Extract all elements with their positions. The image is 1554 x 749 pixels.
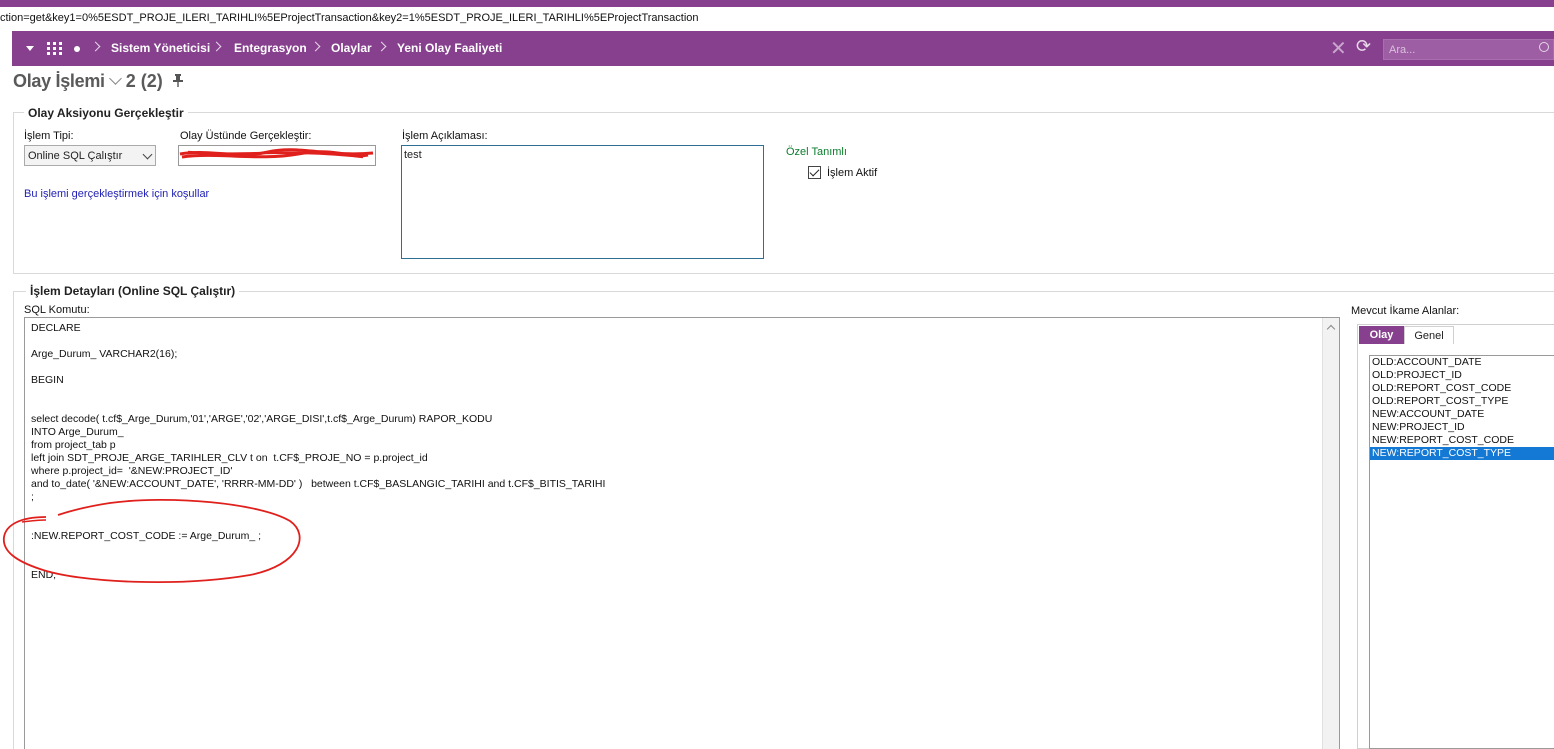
list-item-selected[interactable]: NEW:REPORT_COST_TYPE <box>1370 447 1554 460</box>
dot-icon[interactable] <box>74 46 80 52</box>
breadcrumb-entegrasyon[interactable]: Entegrasyon <box>234 41 307 55</box>
action-group-legend: Olay Aksiyonu Gerçekleştir <box>24 106 188 120</box>
tab-genel[interactable]: Genel <box>1404 326 1454 344</box>
pin-icon[interactable] <box>172 74 183 90</box>
top-navigation-bar: Sistem Yöneticisi Entegrasyon Olaylar Ye… <box>12 31 1554 66</box>
close-icon[interactable]: ✕ <box>1330 36 1347 61</box>
address-bar[interactable]: ction=get&key1=0%5ESDT_PROJE_ILERI_TARIH… <box>0 7 1554 30</box>
page-title-row: Olay İşlemi 2 (2) <box>13 71 183 97</box>
list-item[interactable]: NEW:PROJECT_ID <box>1370 421 1554 434</box>
olay-uzerinde-label: Olay Üstünde Gerçekleştir: <box>180 130 312 142</box>
islem-tipi-select[interactable]: Online SQL Çalıştır <box>24 145 156 166</box>
page-title: Olay İşlemi <box>13 71 105 91</box>
breadcrumb-yeni-olay-faaliyeti[interactable]: Yeni Olay Faaliyeti <box>397 41 502 55</box>
chevron-right-icon <box>376 41 387 52</box>
tab-olay[interactable]: Olay <box>1359 326 1404 344</box>
chevron-right-icon <box>211 41 222 52</box>
list-item[interactable]: NEW:ACCOUNT_DATE <box>1370 408 1554 421</box>
islem-tipi-value: Online SQL Çalıştır <box>28 150 123 162</box>
search-icon[interactable] <box>1539 42 1549 52</box>
record-counter: 2 (2) <box>125 71 163 91</box>
search-input[interactable] <box>1384 40 1553 59</box>
grid-menu-icon[interactable] <box>47 42 62 56</box>
chevron-right-icon <box>310 41 321 52</box>
caret-down-icon[interactable] <box>26 46 34 51</box>
search-box[interactable] <box>1383 39 1554 60</box>
list-item[interactable]: OLD:PROJECT_ID <box>1370 369 1554 382</box>
substitution-list[interactable]: OLD:ACCOUNT_DATE OLD:PROJECT_ID OLD:REPO… <box>1369 355 1554 749</box>
details-group-legend: İşlem Detayları (Online SQL Çalıştır) <box>26 284 240 298</box>
scroll-up-icon[interactable] <box>1326 324 1336 334</box>
islem-aktif-checkbox[interactable] <box>808 166 821 179</box>
chevron-right-icon <box>90 41 101 52</box>
breadcrumb-olaylar[interactable]: Olaylar <box>331 41 372 55</box>
red-ellipse-annotation <box>3 499 301 584</box>
sql-scrollbar[interactable] <box>1322 318 1339 749</box>
url-text: ction=get&key1=0%5ESDT_PROJE_ILERI_TARIH… <box>0 12 699 24</box>
aciklama-value: test <box>404 149 422 161</box>
redaction-scribble <box>179 148 374 159</box>
aciklama-label: İşlem Açıklaması: <box>402 130 488 142</box>
ozel-tanimli-label: Özel Tanımlı <box>786 146 847 158</box>
sql-label: SQL Komutu: <box>24 304 90 316</box>
list-item[interactable]: OLD:REPORT_COST_CODE <box>1370 382 1554 395</box>
list-item[interactable]: NEW:REPORT_COST_CODE <box>1370 434 1554 447</box>
conditions-link[interactable]: Bu işlemi gerçekleştirmek için koşullar <box>24 188 209 200</box>
breadcrumb-sistem-yoneticisi[interactable]: Sistem Yöneticisi <box>111 41 210 55</box>
islem-tipi-label: İşlem Tipi: <box>24 130 74 142</box>
refresh-icon[interactable]: ⟳ <box>1356 36 1371 57</box>
islem-aktif-label: İşlem Aktif <box>827 167 878 179</box>
substitution-label: Mevcut İkame Alanlar: <box>1351 305 1460 317</box>
aciklama-textarea[interactable]: test <box>401 145 764 259</box>
chevron-down-icon[interactable] <box>108 72 122 85</box>
list-item[interactable]: OLD:REPORT_COST_TYPE <box>1370 395 1554 408</box>
chevron-down-icon <box>142 149 153 160</box>
list-item[interactable]: OLD:ACCOUNT_DATE <box>1370 356 1554 369</box>
browser-top-strip <box>0 0 1554 7</box>
